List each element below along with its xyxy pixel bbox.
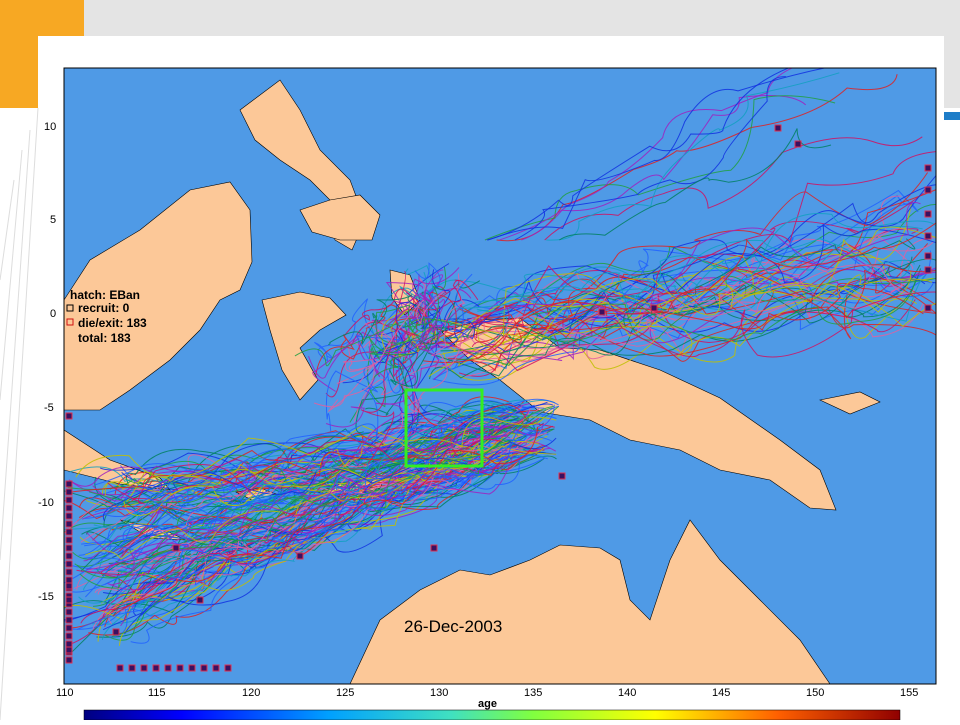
particle-exit-marker (924, 232, 932, 240)
legend-die-exit: die/exit: 183 (78, 316, 147, 330)
particle-exit-marker (65, 488, 73, 496)
lon-tick-label: 140 (618, 687, 636, 699)
latitude-axis: 10 5 0 -5 -10 -15 (38, 121, 56, 603)
age-colorbar (83, 709, 901, 720)
lon-tick-label: 155 (900, 687, 918, 699)
particle-exit-marker (65, 576, 73, 584)
legend-total: total: 183 (78, 331, 131, 345)
particle-exit-marker (112, 628, 120, 636)
legend-recruit: recruit: 0 (78, 301, 130, 315)
particle-exit-marker (176, 664, 184, 672)
lon-tick-label: 130 (430, 687, 448, 699)
particle-exit-marker (65, 608, 73, 616)
particle-exit-marker (116, 664, 124, 672)
particle-exit-marker (188, 664, 196, 672)
lon-tick-label: 150 (806, 687, 824, 699)
particle-exit-marker (65, 496, 73, 504)
particle-exit-marker (164, 664, 172, 672)
particle-exit-marker (650, 304, 658, 312)
particle-exit-marker (65, 632, 73, 640)
lat-tick-label: -5 (44, 402, 54, 414)
lon-tick-label: 125 (336, 687, 354, 699)
particle-exit-marker (924, 252, 932, 260)
lat-tick-label: -10 (38, 497, 54, 509)
trajectory-map: 10 5 0 -5 -10 -15 110 115 120 125 130 13… (38, 67, 937, 720)
particle-exit-marker (128, 664, 136, 672)
lon-tick-label: 110 (56, 687, 74, 699)
particle-exit-marker (794, 140, 802, 148)
particle-exit-marker (598, 308, 606, 316)
particle-exit-marker (924, 304, 932, 312)
date-label: 26-Dec-2003 (404, 617, 502, 636)
particle-exit-marker (212, 664, 220, 672)
particle-exit-marker (65, 582, 73, 590)
lon-tick-label: 115 (148, 687, 166, 699)
particle-exit-marker (924, 210, 932, 218)
particle-exit-marker (65, 520, 73, 528)
lat-tick-label: 5 (50, 214, 56, 226)
particle-exit-marker (65, 624, 73, 632)
colorbar-label: age (478, 698, 497, 710)
lon-tick-label: 135 (524, 687, 542, 699)
particle-exit-marker (65, 412, 73, 420)
particle-exit-marker (200, 664, 208, 672)
particle-exit-marker (224, 664, 232, 672)
particle-exit-marker (65, 552, 73, 560)
particle-exit-marker (65, 512, 73, 520)
particle-exit-marker (65, 536, 73, 544)
particle-exit-marker (65, 568, 73, 576)
particle-exit-marker (65, 480, 73, 488)
particle-exit-marker (65, 646, 73, 654)
particle-exit-marker (65, 656, 73, 664)
particle-exit-marker (65, 544, 73, 552)
particle-exit-marker (774, 124, 782, 132)
particle-exit-marker (924, 164, 932, 172)
particle-exit-marker (296, 552, 304, 560)
particle-exit-marker (65, 596, 73, 604)
particle-exit-marker (65, 504, 73, 512)
particle-exit-marker (65, 616, 73, 624)
particle-exit-marker (172, 544, 180, 552)
lon-tick-label: 120 (242, 687, 260, 699)
particle-exit-marker (65, 560, 73, 568)
particle-exit-marker (65, 528, 73, 536)
legend-hatch: hatch: EBan (70, 288, 140, 302)
lat-tick-label: 0 (50, 308, 56, 320)
lat-tick-label: -15 (38, 591, 54, 603)
particle-exit-marker (558, 472, 566, 480)
particle-exit-marker (924, 266, 932, 274)
particle-exit-marker (196, 596, 204, 604)
particle-exit-marker (924, 186, 932, 194)
lat-tick-label: 10 (44, 121, 56, 133)
particle-exit-marker (65, 640, 73, 648)
particle-exit-marker (152, 664, 160, 672)
particle-exit-marker (430, 544, 438, 552)
particle-exit-marker (140, 664, 148, 672)
lon-tick-label: 145 (712, 687, 730, 699)
